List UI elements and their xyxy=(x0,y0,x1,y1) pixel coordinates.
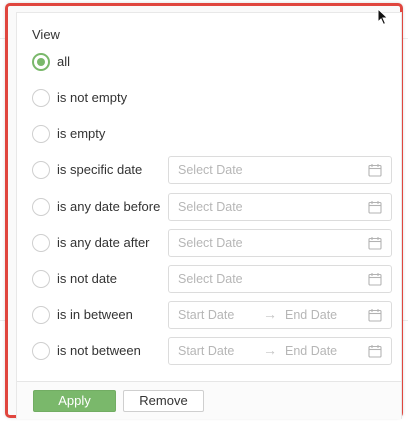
view-label: View xyxy=(32,27,60,42)
filter-popover-highlight: View all is not empty is empty is specif… xyxy=(5,3,403,419)
option-label: is specific date xyxy=(57,162,143,177)
radio-is-any-date-before[interactable] xyxy=(32,198,50,216)
option-is-in-between[interactable]: is in between Start Date → End Date xyxy=(30,301,396,331)
date-input[interactable]: Select Date xyxy=(168,156,392,184)
radio-is-not-date[interactable] xyxy=(32,270,50,288)
radio-is-not-empty[interactable] xyxy=(32,89,50,107)
arrow-right-icon: → xyxy=(263,306,277,322)
radio-is-empty[interactable] xyxy=(32,125,50,143)
date-input[interactable]: Select Date xyxy=(168,265,392,293)
radio-is-in-between[interactable] xyxy=(32,306,50,324)
option-label: is not date xyxy=(57,271,117,286)
end-date-placeholder: End Date xyxy=(285,308,338,322)
option-is-any-date-after[interactable]: is any date after Select Date xyxy=(30,229,396,259)
radio-is-specific-date[interactable] xyxy=(32,161,50,179)
radio-is-not-between[interactable] xyxy=(32,342,50,360)
radio-is-any-date-after[interactable] xyxy=(32,234,50,252)
date-filter-panel: View all is not empty is empty is specif… xyxy=(16,12,402,419)
option-label: is any date after xyxy=(57,235,150,250)
option-is-empty[interactable]: is empty xyxy=(30,120,396,150)
radio-all[interactable] xyxy=(32,53,50,71)
remove-button[interactable]: Remove xyxy=(123,390,204,412)
date-placeholder: Select Date xyxy=(178,272,243,286)
option-is-not-empty[interactable]: is not empty xyxy=(30,84,396,114)
calendar-icon[interactable] xyxy=(368,236,382,250)
option-label: is not between xyxy=(57,343,141,358)
arrow-right-icon: → xyxy=(263,342,277,358)
date-placeholder: Select Date xyxy=(178,236,243,250)
option-label: is empty xyxy=(57,126,106,141)
date-input[interactable]: Select Date xyxy=(168,229,392,257)
calendar-icon[interactable] xyxy=(368,308,382,322)
mouse-cursor-icon xyxy=(377,8,389,26)
date-range-input[interactable]: Start Date → End Date xyxy=(168,301,392,329)
option-is-specific-date[interactable]: is specific date Select Date xyxy=(30,156,396,186)
date-input[interactable]: Select Date xyxy=(168,193,392,221)
option-label: all xyxy=(57,54,71,69)
date-placeholder: Select Date xyxy=(178,200,243,214)
option-is-not-between[interactable]: is not between Start Date → End Date xyxy=(30,337,396,367)
option-all[interactable]: all xyxy=(30,48,396,78)
end-date-placeholder: End Date xyxy=(285,344,338,358)
date-range-input[interactable]: Start Date → End Date xyxy=(168,337,392,365)
start-date-placeholder: Start Date xyxy=(178,308,235,322)
option-label: is any date before xyxy=(57,199,161,214)
calendar-icon[interactable] xyxy=(368,163,382,177)
option-label: is in between xyxy=(57,307,133,322)
option-label: is not empty xyxy=(57,90,128,105)
calendar-icon[interactable] xyxy=(368,344,382,358)
apply-button[interactable]: Apply xyxy=(33,390,116,412)
calendar-icon[interactable] xyxy=(368,200,382,214)
option-is-not-date[interactable]: is not date Select Date xyxy=(30,265,396,295)
filter-footer: Apply Remove xyxy=(17,381,401,419)
date-placeholder: Select Date xyxy=(178,163,243,177)
option-is-any-date-before[interactable]: is any date before Select Date xyxy=(30,193,396,223)
calendar-icon[interactable] xyxy=(368,272,382,286)
start-date-placeholder: Start Date xyxy=(178,344,235,358)
